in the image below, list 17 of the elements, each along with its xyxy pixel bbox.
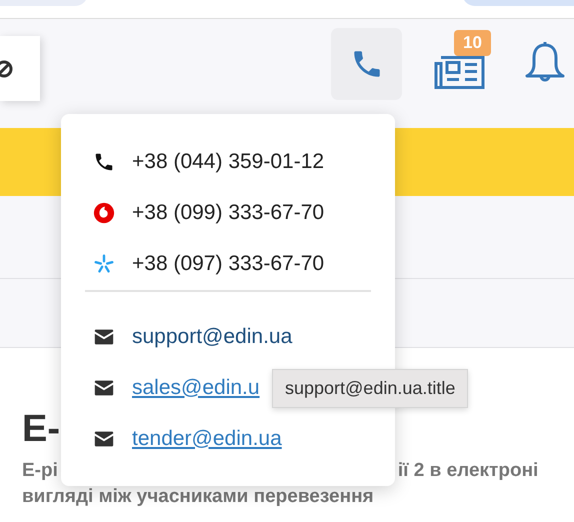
speech-mark-icon xyxy=(93,202,115,224)
phone-button[interactable] xyxy=(331,28,402,100)
email-link[interactable]: support@edin.ua xyxy=(132,324,292,348)
phone-number: +38 (099) 333-67-70 xyxy=(132,200,324,224)
email-link[interactable]: tender@edin.ua xyxy=(132,426,282,450)
tooltip: support@edin.ua.title xyxy=(272,369,468,408)
subtitle-fragment: ії 2 в електроні xyxy=(398,459,538,483)
cancel-button[interactable] xyxy=(0,36,40,101)
phone-number: +38 (044) 359-01-12 xyxy=(132,150,324,174)
phone-number: +38 (097) 333-67-70 xyxy=(132,252,324,276)
email-link[interactable]: sales@edin.u xyxy=(132,376,260,400)
notification-badge: 10 xyxy=(454,30,491,56)
ban-icon xyxy=(0,58,14,78)
page-heading: E- xyxy=(22,408,60,452)
asterisk-icon xyxy=(93,252,115,274)
subtitle-fragment: E-рі xyxy=(22,459,58,483)
subtitle-text: вигляді між учасниками перевезення xyxy=(22,485,374,509)
